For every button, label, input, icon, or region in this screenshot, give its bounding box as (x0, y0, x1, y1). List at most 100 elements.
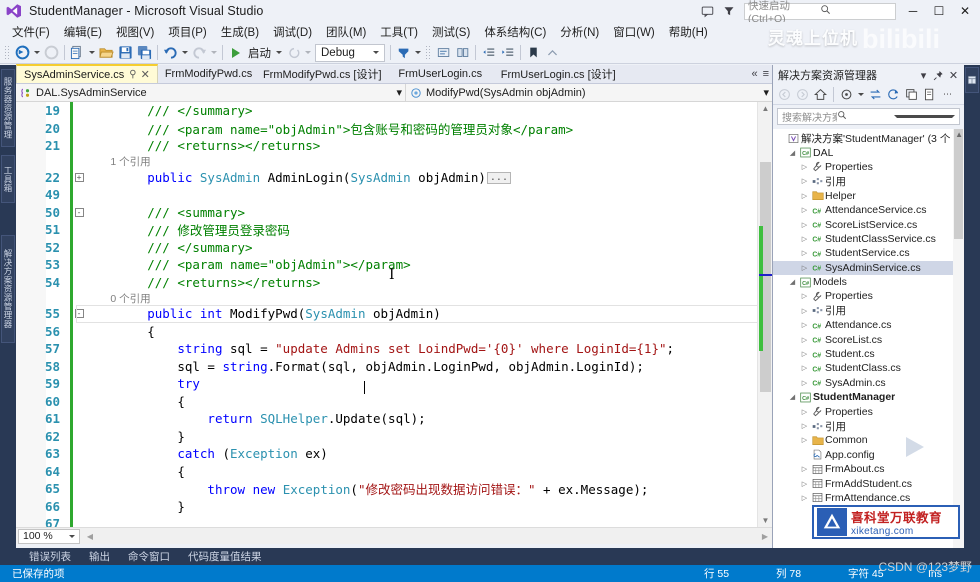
tree-node[interactable]: ▷ FrmAddStudent.cs (773, 476, 965, 490)
start-button-label[interactable]: 启动 (245, 45, 274, 61)
toggle-icon[interactable] (543, 43, 562, 63)
chevron-right-icon[interactable]: ▷ (799, 480, 810, 488)
tree-node[interactable]: ▷ 引用 (773, 304, 965, 318)
chevron-down-icon[interactable]: ▾ (916, 67, 931, 83)
chevron-down-icon[interactable]: ◢ (787, 278, 798, 286)
menu-item-2[interactable]: 编辑(E) (57, 22, 109, 42)
refresh-icon[interactable] (885, 86, 902, 103)
chevron-right-icon[interactable]: ▷ (799, 408, 810, 416)
bottom-tab-3[interactable]: 命令窗口 (119, 549, 179, 564)
scroll-right-arrow[interactable]: ▶ (758, 529, 772, 544)
tree-node[interactable]: ◢ C# DAL (773, 145, 965, 159)
tree-node[interactable]: ◢ C# Models (773, 275, 965, 289)
chevron-right-icon[interactable]: ▷ (799, 422, 810, 430)
outline-collapse-icon[interactable]: - (74, 207, 84, 217)
type-navigation-combo[interactable]: DAL.SysAdminService ▾ (16, 83, 406, 102)
forward-icon[interactable] (794, 86, 811, 103)
chevron-right-icon[interactable]: ▷ (799, 177, 810, 185)
chevron-right-icon[interactable]: ▷ (799, 292, 810, 300)
open-file-icon[interactable] (97, 43, 116, 63)
codelens-reference-count[interactable]: 1 个引用 (85, 154, 150, 169)
editor-tab-1[interactable]: SysAdminService.cs ⚲ ✕ (16, 64, 158, 83)
editor-horizontal-scrollbar[interactable]: ◀ ▶ (83, 528, 772, 544)
play-icon[interactable] (226, 43, 245, 63)
show-all-files-icon[interactable] (921, 86, 938, 103)
scrollbar-thumb[interactable] (954, 129, 963, 239)
outdent-icon[interactable] (479, 43, 498, 63)
tree-node[interactable]: ▷ C# SysAdminService.cs (773, 260, 965, 275)
outlining-toggle[interactable]: - (73, 207, 85, 217)
uncomment-icon[interactable] (453, 43, 472, 63)
chevron-down-icon[interactable]: ◢ (787, 149, 798, 157)
navigate-back-dropdown-icon[interactable] (34, 51, 40, 54)
tree-node[interactable]: ▷ FrmAttendance.cs (773, 491, 965, 505)
properties-window-icon[interactable] (965, 67, 979, 93)
chevron-right-icon[interactable]: ▷ (799, 249, 810, 257)
chevron-right-icon[interactable]: ▷ (799, 206, 810, 214)
home-icon[interactable] (812, 86, 829, 103)
chevron-right-icon[interactable]: ▷ (799, 307, 810, 315)
editor-vertical-scrollbar[interactable]: ⬍ ▲ ▼ (757, 102, 772, 527)
menu-item-8[interactable]: 工具(T) (373, 22, 425, 42)
tree-node[interactable]: ▷ C# Attendance.cs (773, 318, 965, 332)
bottom-tab-4[interactable]: 代码度量值结果 (179, 549, 271, 564)
chevron-right-icon[interactable]: ▷ (799, 163, 810, 171)
undo-dropdown-icon[interactable] (182, 51, 188, 54)
close-icon[interactable]: ✕ (141, 68, 150, 81)
chevron-down-icon[interactable]: ◢ (787, 393, 798, 401)
outline-collapse-icon[interactable]: - (74, 309, 84, 319)
editor-tab-2[interactable]: FrmModifyPwd.cs (158, 64, 259, 83)
toolbar-grip[interactable] (425, 44, 432, 61)
restart-dropdown-icon[interactable] (305, 51, 311, 54)
tree-node[interactable]: ▷ C# StudentService.cs (773, 246, 965, 260)
save-all-icon[interactable] (135, 43, 154, 63)
solution-explorer-tree[interactable]: 解决方案'StudentManager' (3 个 ◢ C# DAL ▷ Properti… (773, 129, 965, 548)
member-navigation-combo[interactable]: ModifyPwd(SysAdmin objAdmin) ▾ (406, 84, 772, 102)
toolbar-grip[interactable] (4, 44, 11, 61)
tree-node[interactable]: ▷ Properties (773, 289, 965, 303)
chevron-right-icon[interactable]: ▷ (799, 235, 810, 243)
tab-overflow-icon[interactable]: « (751, 68, 757, 80)
redo-icon[interactable] (190, 43, 209, 63)
chevron-down-icon[interactable]: ▾ (396, 86, 402, 99)
outlining-toggle[interactable]: - (73, 309, 85, 319)
tree-node[interactable]: ◢ C# StudentManager (773, 390, 965, 404)
start-dropdown-icon[interactable] (276, 51, 282, 54)
scroll-down-arrow[interactable]: ▼ (758, 514, 772, 527)
scroll-up-arrow[interactable]: ▲ (955, 130, 963, 139)
minimize-button[interactable]: ─ (900, 1, 926, 21)
menu-item-11[interactable]: 分析(N) (553, 22, 606, 42)
scroll-up-arrow[interactable]: ▲ (758, 102, 772, 115)
pin-icon[interactable]: ⚲ (129, 69, 136, 80)
chevron-right-icon[interactable]: ▷ (799, 192, 810, 200)
codelens-reference-count[interactable]: 0 个引用 (85, 291, 150, 306)
restart-icon[interactable] (284, 43, 303, 63)
redo-dropdown-icon[interactable] (211, 51, 217, 54)
menu-item-7[interactable]: 团队(M) (319, 22, 373, 42)
tree-node[interactable]: ▷ Properties (773, 404, 965, 418)
chevron-right-icon[interactable]: ▷ (799, 264, 810, 272)
left-dock-tab-3[interactable]: 解决方案资源管理器 (1, 235, 15, 343)
tree-node[interactable]: ▷ C# Student.cs (773, 347, 965, 361)
tree-node[interactable]: ▷ FrmAbout.cs (773, 462, 965, 476)
close-button[interactable]: ✕ (952, 1, 978, 21)
tree-node[interactable]: ▷ Properties (773, 160, 965, 174)
tree-node[interactable]: ▷ 引用 (773, 174, 965, 188)
find-icon[interactable] (394, 43, 413, 63)
code-editor[interactable]: 19 /// </summary> 20 /// <param name="obj… (16, 102, 772, 527)
pin-icon[interactable] (931, 67, 946, 83)
indent-icon[interactable] (498, 43, 517, 63)
maximize-button[interactable]: ☐ (926, 1, 952, 21)
solution-explorer-scrollbar[interactable] (953, 129, 964, 548)
tree-node[interactable]: ▷ C# SysAdmin.cs (773, 376, 965, 390)
navigate-forward-icon[interactable] (42, 43, 61, 63)
tree-node[interactable]: ▷ C# StudentClassService.cs (773, 232, 965, 246)
filter-icon[interactable] (718, 1, 740, 21)
menu-item-5[interactable]: 生成(B) (214, 22, 266, 42)
collapse-all-icon[interactable] (903, 86, 920, 103)
tree-node[interactable]: ▷ Common (773, 433, 965, 447)
chevron-right-icon[interactable]: ▷ (799, 321, 810, 329)
chevron-right-icon[interactable]: ▷ (799, 350, 810, 358)
outlining-toggle[interactable]: + (73, 172, 85, 182)
quick-launch-input[interactable]: 快速启动 (Ctrl+Q) (744, 0, 896, 25)
